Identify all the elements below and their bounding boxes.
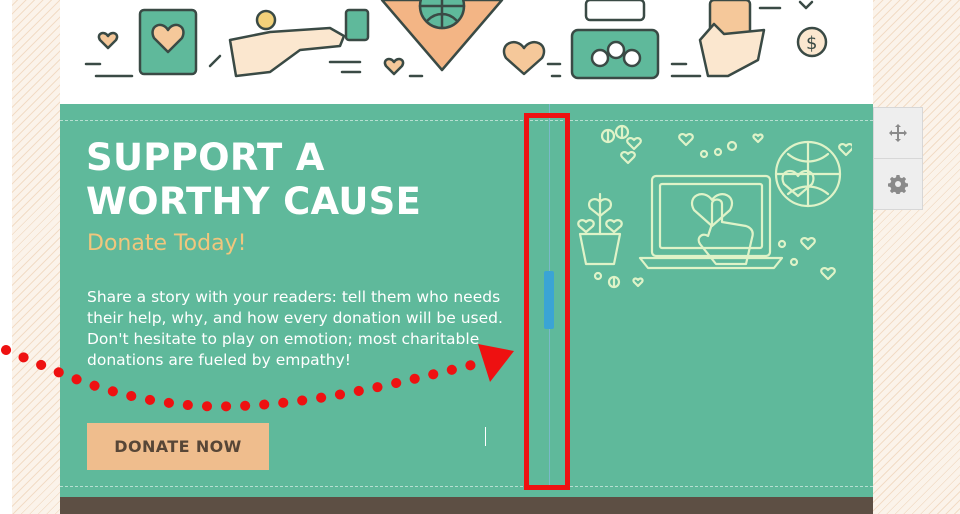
arrow-head-icon <box>478 344 514 382</box>
dotted-arrow-annotation <box>1 344 514 412</box>
